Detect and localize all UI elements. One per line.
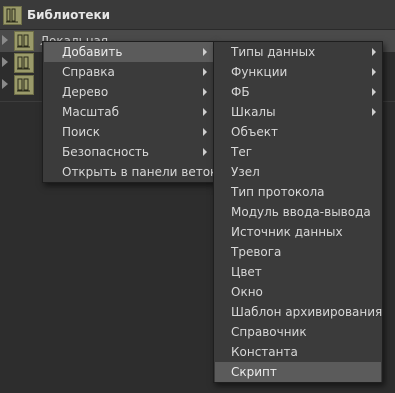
submenu-arrow-icon <box>372 108 376 116</box>
submenu-item-reference[interactable]: Справочник <box>215 322 381 342</box>
add-submenu: Типы данных Функции ФБ Шкалы Объект Тег … <box>213 41 383 383</box>
menu-item-label: Тревога <box>231 245 282 259</box>
menu-item-label: Окно <box>231 285 263 299</box>
library-node-icon <box>14 75 34 95</box>
submenu-arrow-icon <box>372 48 376 56</box>
expand-arrow-icon[interactable] <box>2 35 8 45</box>
menu-item-label: Масштаб <box>62 105 120 119</box>
submenu-arrow-icon <box>203 68 207 76</box>
menu-item-label: Скрипт <box>231 365 277 379</box>
submenu-item-tag[interactable]: Тег <box>215 142 381 162</box>
menu-item-label: Безопасность <box>62 145 149 159</box>
menu-item-label: Шаблон архивирования <box>231 305 383 319</box>
submenu-arrow-icon <box>203 88 207 96</box>
submenu-arrow-icon <box>203 148 207 156</box>
menu-item-label: Цвет <box>231 265 262 279</box>
library-node-icon <box>14 31 34 51</box>
submenu-item-data-source[interactable]: Источник данных <box>215 222 381 242</box>
submenu-arrow-icon <box>203 108 207 116</box>
submenu-item-alarm[interactable]: Тревога <box>215 242 381 262</box>
menu-item-label: Функции <box>231 65 288 79</box>
menu-item-open-in-branch-panel[interactable]: Открыть в панели веток <box>44 162 217 182</box>
menu-item-label: Справка <box>62 65 115 79</box>
menu-item-label: Тег <box>231 145 253 159</box>
submenu-item-window[interactable]: Окно <box>215 282 381 302</box>
menu-item-search[interactable]: Поиск <box>44 122 213 142</box>
panel-title: Библиотеки <box>27 8 111 22</box>
menu-item-help[interactable]: Справка <box>44 62 213 82</box>
menu-item-add[interactable]: Добавить <box>44 42 213 62</box>
submenu-item-fb[interactable]: ФБ <box>215 82 381 102</box>
submenu-item-constant[interactable]: Константа <box>215 342 381 362</box>
menu-item-label: ФБ <box>231 85 250 99</box>
library-panel-header: Библиотеки <box>0 0 395 30</box>
menu-item-label: Константа <box>231 345 298 359</box>
menu-item-label: Справочник <box>231 325 307 339</box>
library-icon <box>3 6 22 25</box>
menu-item-zoom[interactable]: Масштаб <box>44 102 213 122</box>
menu-item-tree[interactable]: Дерево <box>44 82 213 102</box>
menu-item-label: Типы данных <box>231 45 316 59</box>
submenu-arrow-icon <box>372 68 376 76</box>
submenu-item-scales[interactable]: Шкалы <box>215 102 381 122</box>
library-node-icon <box>14 53 34 73</box>
expand-arrow-icon[interactable] <box>2 79 8 89</box>
menu-item-security[interactable]: Безопасность <box>44 142 213 162</box>
submenu-item-script[interactable]: Скрипт <box>215 362 381 382</box>
expand-arrow-icon[interactable] <box>2 57 8 67</box>
menu-item-label: Модуль ввода-вывода <box>231 205 371 219</box>
context-menu: Добавить Справка Дерево Масштаб Поиск Бе… <box>42 41 217 183</box>
submenu-arrow-icon <box>203 128 207 136</box>
submenu-arrow-icon <box>372 88 376 96</box>
menu-item-label: Дерево <box>62 85 109 99</box>
submenu-item-protocol-type[interactable]: Тип протокола <box>215 182 381 202</box>
menu-item-label: Добавить <box>62 45 123 59</box>
menu-item-label: Тип протокола <box>231 185 325 199</box>
menu-item-label: Узел <box>231 165 260 179</box>
submenu-item-node[interactable]: Узел <box>215 162 381 182</box>
menu-item-label: Открыть в панели веток <box>62 165 218 179</box>
menu-item-label: Источник данных <box>231 225 343 239</box>
submenu-item-io-module[interactable]: Модуль ввода-вывода <box>215 202 381 222</box>
menu-item-label: Шкалы <box>231 105 276 119</box>
submenu-item-archive-template[interactable]: Шаблон архивирования <box>215 302 383 322</box>
menu-item-label: Объект <box>231 125 278 139</box>
menu-item-label: Поиск <box>62 125 101 139</box>
submenu-item-data-types[interactable]: Типы данных <box>215 42 381 62</box>
submenu-item-functions[interactable]: Функции <box>215 62 381 82</box>
submenu-item-color[interactable]: Цвет <box>215 262 381 282</box>
submenu-item-object[interactable]: Объект <box>215 122 381 142</box>
submenu-arrow-icon <box>203 48 207 56</box>
